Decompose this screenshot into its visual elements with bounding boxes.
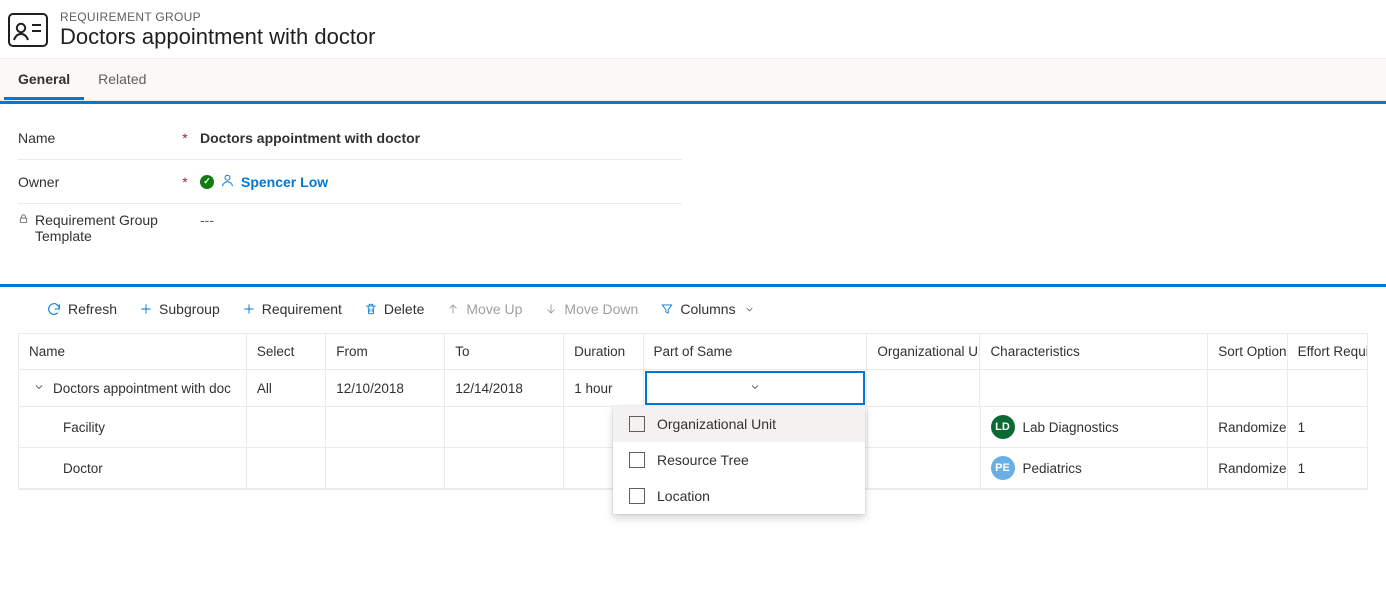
dropdown-option-resource-tree[interactable]: Resource Tree	[613, 442, 865, 478]
cell-effort[interactable]: 1	[1288, 448, 1367, 489]
cell-sort[interactable]: Randomize	[1208, 448, 1287, 489]
cell-sort[interactable]	[1208, 370, 1287, 407]
col-header-select[interactable]: Select	[247, 334, 326, 370]
required-indicator: *	[178, 130, 192, 146]
char-badge: LD	[991, 415, 1015, 439]
col-header-partofsame[interactable]: Part of Same	[644, 334, 868, 370]
char-text: Pediatrics	[1023, 461, 1082, 476]
field-owner-label: Owner	[18, 174, 178, 190]
col-header-duration[interactable]: Duration	[564, 334, 643, 370]
cell-characteristics[interactable]: LD Lab Diagnostics	[981, 407, 1209, 448]
requirement-button[interactable]: Requirement	[234, 297, 350, 321]
cell-from[interactable]	[326, 448, 445, 489]
tabs-bar: General Related	[0, 58, 1386, 101]
field-template-label: Requirement Group Template	[35, 212, 178, 244]
cell-part-of-same[interactable]	[644, 370, 868, 407]
tab-related[interactable]: Related	[84, 59, 160, 100]
cell-select[interactable]	[247, 407, 326, 448]
checkbox-icon[interactable]	[629, 452, 645, 468]
tab-general[interactable]: General	[4, 59, 84, 100]
part-of-same-dropdown: Organizational Unit Resource Tree Locati…	[613, 406, 865, 514]
trash-icon	[364, 301, 378, 317]
field-name-label: Name	[18, 130, 178, 146]
tree-node[interactable]: Doctors appointment with doc	[19, 370, 247, 407]
char-badge: PE	[991, 456, 1015, 480]
move-down-button: Move Down	[536, 297, 646, 321]
required-indicator: *	[178, 174, 192, 190]
filter-icon	[660, 302, 674, 316]
cell-select[interactable]: All	[247, 370, 326, 407]
char-text: Lab Diagnostics	[1023, 420, 1119, 435]
col-header-orgunit[interactable]: Organizational Unit	[867, 334, 980, 370]
columns-button[interactable]: Columns	[652, 297, 762, 321]
lock-icon	[18, 212, 29, 228]
move-up-button: Move Up	[438, 297, 530, 321]
cell-characteristics[interactable]: PE Pediatrics	[981, 448, 1209, 489]
refresh-icon	[46, 301, 62, 317]
cell-org[interactable]	[867, 370, 980, 407]
person-icon	[220, 173, 235, 191]
field-name[interactable]: Name * Doctors appointment with doctor	[18, 116, 682, 160]
dropdown-option-organizational-unit[interactable]: Organizational Unit	[613, 406, 865, 442]
field-template-value: ---	[200, 212, 214, 228]
col-header-name[interactable]: Name	[19, 334, 247, 370]
arrow-down-icon	[544, 302, 558, 316]
row-name[interactable]: Doctor	[19, 448, 247, 489]
cell-to[interactable]	[445, 448, 564, 489]
cell-to[interactable]	[445, 407, 564, 448]
chevron-down-icon	[749, 381, 761, 396]
field-owner-value[interactable]: Spencer Low	[241, 174, 328, 190]
entity-type-label: REQUIREMENT GROUP	[60, 10, 376, 24]
subgroup-button[interactable]: Subgroup	[131, 297, 228, 321]
cell-characteristics[interactable]	[980, 370, 1208, 407]
grid-header-row: Name Select From To Duration Part of Sam…	[19, 334, 1367, 370]
requirement-group-icon	[8, 10, 48, 50]
cell-org[interactable]	[868, 407, 981, 448]
page-title: Doctors appointment with doctor	[60, 24, 376, 50]
page-header: REQUIREMENT GROUP Doctors appointment wi…	[0, 0, 1386, 58]
presence-available-icon: ✓	[200, 175, 214, 189]
row-name: Doctors appointment with doc	[53, 381, 231, 396]
checkbox-icon[interactable]	[629, 416, 645, 432]
col-header-to[interactable]: To	[445, 334, 564, 370]
cell-sort[interactable]: Randomize	[1208, 407, 1287, 448]
requirements-grid-section: Refresh Subgroup Requirement Delete Move…	[0, 284, 1386, 490]
field-name-value: Doctors appointment with doctor	[192, 130, 682, 146]
form-panel: Name * Doctors appointment with doctor O…	[0, 104, 700, 260]
requirements-grid: Name Select From To Duration Part of Sam…	[18, 333, 1368, 490]
plus-icon	[242, 302, 256, 316]
plus-icon	[139, 302, 153, 316]
cell-to[interactable]: 12/14/2018	[445, 370, 564, 407]
cell-select[interactable]	[247, 448, 326, 489]
row-name[interactable]: Facility	[19, 407, 247, 448]
cell-org[interactable]	[868, 448, 981, 489]
chevron-down-icon	[744, 304, 755, 315]
delete-button[interactable]: Delete	[356, 297, 432, 321]
col-header-from[interactable]: From	[326, 334, 445, 370]
arrow-up-icon	[446, 302, 460, 316]
col-header-characteristics[interactable]: Characteristics	[980, 334, 1208, 370]
cell-duration[interactable]: 1 hour	[564, 370, 643, 407]
cell-from[interactable]: 12/10/2018	[326, 370, 445, 407]
refresh-button[interactable]: Refresh	[38, 297, 125, 321]
grid-toolbar: Refresh Subgroup Requirement Delete Move…	[0, 287, 1386, 333]
dropdown-option-location[interactable]: Location	[613, 478, 865, 514]
col-header-effort[interactable]: Effort Require	[1288, 334, 1367, 370]
chevron-down-icon[interactable]	[33, 381, 45, 396]
cell-from[interactable]	[326, 407, 445, 448]
col-header-sort[interactable]: Sort Option	[1208, 334, 1287, 370]
cell-effort[interactable]	[1288, 370, 1367, 407]
checkbox-icon[interactable]	[629, 488, 645, 504]
table-row[interactable]: Doctors appointment with doc All 12/10/2…	[19, 370, 1367, 407]
field-owner[interactable]: Owner * ✓ Spencer Low	[18, 160, 682, 204]
field-template: Requirement Group Template ---	[18, 204, 682, 248]
cell-effort[interactable]: 1	[1288, 407, 1367, 448]
